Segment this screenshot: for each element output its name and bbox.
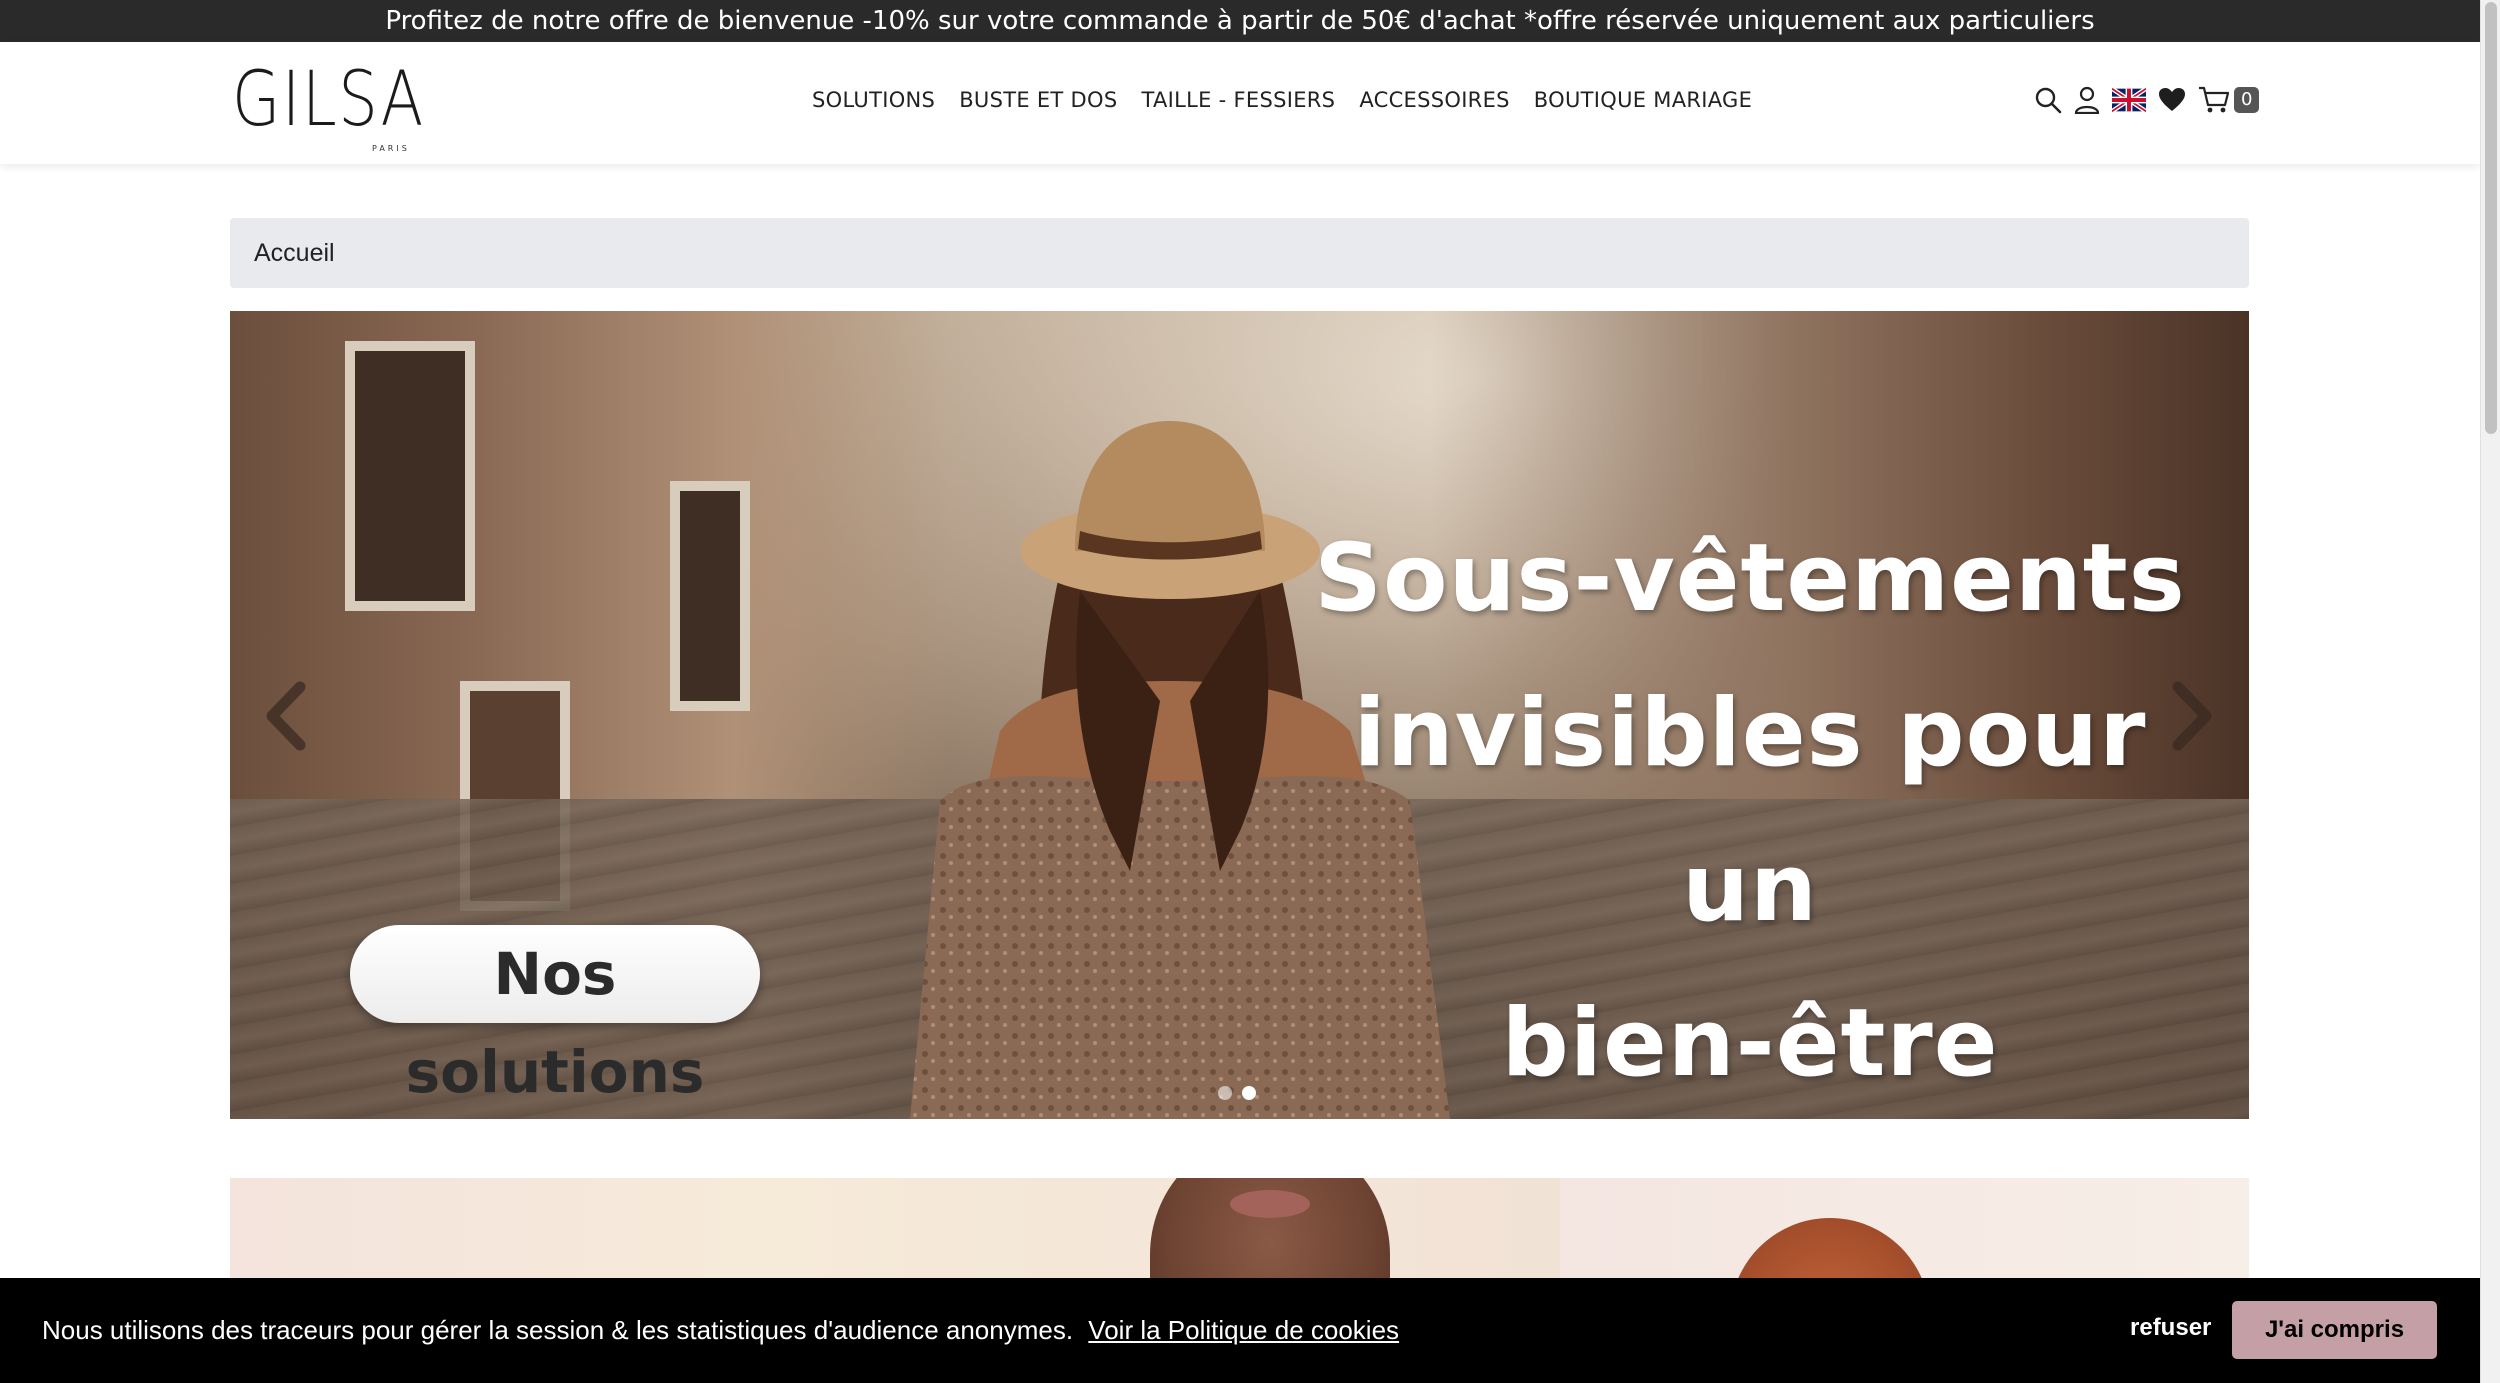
hero-title-line: bien-être visible ! xyxy=(1501,989,1999,1098)
breadcrumb: Accueil xyxy=(230,218,2249,288)
hero-slider: Sous-vêtements invisibles pour un bien-ê… xyxy=(230,311,2249,1119)
heart-icon[interactable] xyxy=(2158,87,2186,113)
nav-item-taille-fessiers[interactable]: TAILLE - FESSIERS xyxy=(1141,88,1335,112)
search-icon[interactable] xyxy=(2034,86,2062,114)
nav-item-accessoires[interactable]: ACCESSOIRES xyxy=(1359,88,1509,112)
page-scrollbar[interactable] xyxy=(2480,0,2500,1383)
scrollbar-thumb[interactable] xyxy=(2485,2,2497,434)
hero-window xyxy=(345,341,475,611)
promo-banner: Profitez de notre offre de bienvenue -10… xyxy=(0,0,2480,42)
breadcrumb-home-link[interactable]: Accueil xyxy=(254,239,335,267)
hero-title-line: Sous-vêtements xyxy=(1314,524,2186,633)
cart-icon[interactable]: 0 xyxy=(2198,86,2260,114)
promo-text: Profitez de notre offre de bienvenue -10… xyxy=(385,6,2095,36)
teaser-image-lips xyxy=(1230,1190,1310,1218)
nav-item-buste-et-dos[interactable]: BUSTE ET DOS xyxy=(959,88,1117,112)
slider-next-arrow[interactable] xyxy=(2162,681,2222,751)
user-icon[interactable] xyxy=(2074,86,2100,114)
hero-title-line: invisibles pour un xyxy=(1353,679,2147,943)
hero-title: Sous-vêtements invisibles pour un bien-ê… xyxy=(1310,501,2190,1119)
hero-window xyxy=(670,481,750,711)
cart-count-badge: 0 xyxy=(2234,87,2260,113)
logo-text: GILSA xyxy=(232,54,425,143)
cookie-message: Nous utilisons des traceurs pour gérer l… xyxy=(42,1315,1074,1345)
logo[interactable]: GILSA PARIS xyxy=(232,54,425,154)
nav-item-boutique-mariage[interactable]: BOUTIQUE MARIAGE xyxy=(1534,88,1752,112)
nav-item-solutions[interactable]: SOLUTIONS xyxy=(812,88,935,112)
slider-dots xyxy=(1218,1086,1256,1100)
site-header: GILSA PARIS SOLUTIONS BUSTE ET DOS TAILL… xyxy=(0,42,2480,164)
nos-solutions-button[interactable]: Nos solutions xyxy=(350,925,760,1106)
slider-prev-arrow[interactable] xyxy=(256,681,316,751)
header-icons: 0 xyxy=(2034,86,2260,114)
cookie-accept-button[interactable]: J'ai compris xyxy=(2232,1301,2437,1359)
cookie-refuse-button[interactable]: refuser xyxy=(2130,1314,2211,1342)
uk-flag-icon[interactable] xyxy=(2112,88,2146,112)
cookie-text: Nous utilisons des traceurs pour gérer l… xyxy=(42,1278,1399,1383)
cookie-policy-link[interactable]: Voir la Politique de cookies xyxy=(1088,1315,1399,1345)
logo-subtitle: PARIS xyxy=(372,144,410,153)
slider-dot[interactable] xyxy=(1218,1086,1232,1100)
slider-dot-active[interactable] xyxy=(1242,1086,1256,1100)
main-nav: SOLUTIONS BUSTE ET DOS TAILLE - FESSIERS… xyxy=(812,88,1752,112)
cookie-banner: Nous utilisons des traceurs pour gérer l… xyxy=(0,1278,2480,1383)
